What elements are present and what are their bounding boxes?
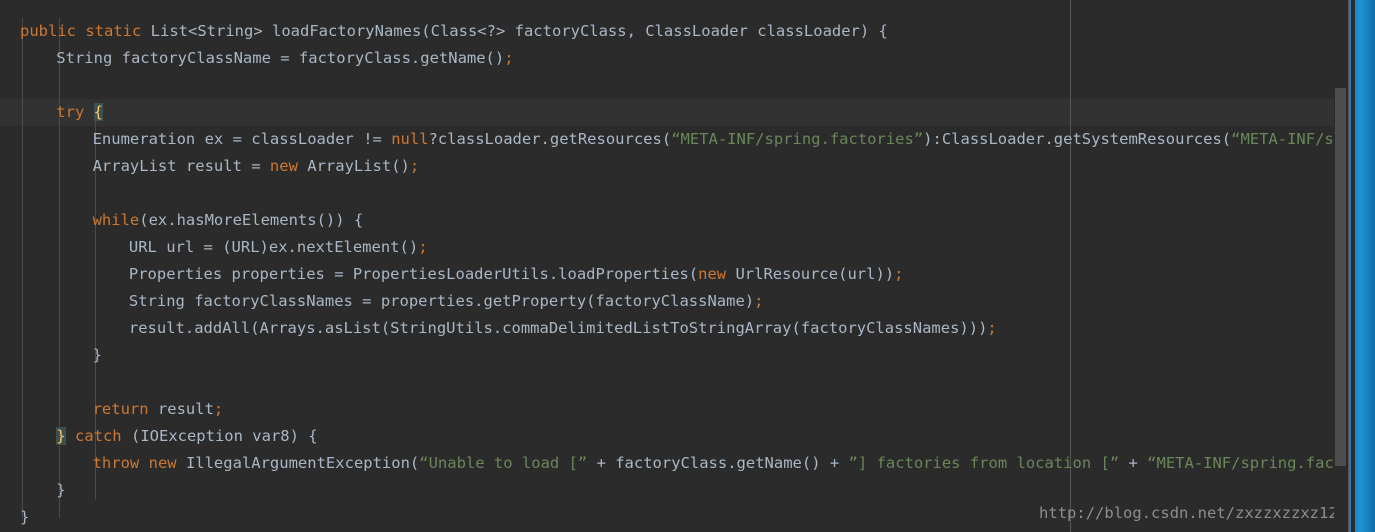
code-token: result.addAll(Arrays.asList(StringUtils.… — [128, 319, 988, 337]
code-token: ; — [418, 238, 428, 256]
code-token: ; — [894, 265, 904, 283]
string-token: “META-INF/spring.factories” — [671, 130, 924, 148]
code-line[interactable]: } catch (IOException var8) { — [56, 423, 318, 450]
keyword-token: public — [20, 22, 76, 40]
string-token: “Unable to load [” — [419, 454, 588, 472]
code-line[interactable]: Properties properties = PropertiesLoader… — [129, 261, 904, 288]
code-token: ):ClassLoader.getSystemResources( — [923, 130, 1232, 148]
code-line[interactable]: while(ex.hasMoreElements()) { — [93, 207, 364, 234]
code-token: result — [148, 400, 214, 418]
keyword-token: new — [148, 454, 177, 472]
string-token: “META-INF/spring.factories” — [1147, 454, 1347, 472]
code-token: ; — [504, 49, 514, 67]
keyword-token: return — [92, 400, 149, 418]
keyword-token: throw — [92, 454, 140, 472]
code-text-layer[interactable]: public static List<String> loadFactoryNa… — [0, 0, 1347, 532]
code-line[interactable]: } — [93, 342, 102, 369]
brace-token: } — [56, 481, 66, 499]
keyword-token: null — [391, 130, 429, 148]
keyword-token: new — [269, 157, 298, 175]
code-line[interactable]: String factoryClassNames = properties.ge… — [129, 288, 764, 315]
string-token: “META-INF/spring.fa — [1231, 130, 1347, 148]
code-token: ; — [409, 157, 420, 175]
brace-token: } — [56, 427, 66, 445]
code-token: Enumeration ex = classLoader != — [92, 130, 392, 148]
code-token: Properties properties = PropertiesLoader… — [128, 265, 699, 283]
code-token: URL url = (URL)ex.nextElement() — [128, 238, 419, 256]
code-token: ; — [754, 292, 764, 310]
code-token: ?classLoader.getResources( — [428, 130, 672, 148]
code-line[interactable]: throw new IllegalArgumentException(“Unab… — [93, 450, 1347, 477]
brace-token: } — [92, 346, 102, 364]
code-token: IllegalArgumentException( — [176, 454, 420, 472]
code-token: + — [1119, 454, 1148, 472]
code-line[interactable]: try { — [56, 99, 103, 126]
code-token: (IOException var8) { — [121, 427, 318, 445]
keyword-token: try — [56, 103, 85, 121]
code-line[interactable]: URL url = (URL)ex.nextElement(); — [129, 234, 428, 261]
accent-blue-band — [1355, 0, 1375, 532]
code-line[interactable]: ArrayList result = new ArrayList(); — [93, 153, 420, 180]
keyword-token: catch — [74, 427, 122, 445]
code-line[interactable]: String factoryClassName = factoryClass.g… — [56, 45, 513, 72]
code-token: List<String> loadFactoryNames(Class<?> f… — [141, 22, 888, 40]
brace-token: { — [93, 103, 103, 121]
code-token: String factoryClassNames = properties.ge… — [128, 292, 755, 310]
keyword-token: new — [698, 265, 727, 283]
code-token: ArrayList result = — [92, 157, 270, 175]
code-line[interactable]: } — [56, 477, 65, 504]
code-line[interactable]: return result; — [93, 396, 224, 423]
code-token: ArrayList() — [297, 157, 410, 175]
code-editor[interactable]: public static List<String> loadFactoryNa… — [0, 0, 1375, 532]
string-token: ”] factories from location [” — [848, 454, 1120, 472]
vertical-scrollbar-thumb[interactable] — [1335, 88, 1346, 466]
keyword-token: while — [92, 211, 140, 229]
code-token: (ex.hasMoreElements()) { — [139, 211, 364, 229]
keyword-token: static — [85, 22, 142, 40]
code-token: ; — [213, 400, 224, 418]
code-line[interactable]: public static List<String> loadFactoryNa… — [20, 18, 888, 45]
code-line[interactable]: Enumeration ex = classLoader != null?cla… — [93, 126, 1347, 153]
code-token: UrlResource(url)) — [726, 265, 895, 283]
watermark-url: http://blog.csdn.net/zxzzxzzxz123 — [1039, 504, 1347, 522]
code-token: + factoryClass.getName() + — [587, 454, 849, 472]
code-token: String factoryClassName = factoryClass.g… — [56, 49, 505, 67]
code-line[interactable]: } — [20, 504, 29, 531]
brace-token: } — [20, 508, 30, 526]
code-line[interactable]: result.addAll(Arrays.asList(StringUtils.… — [129, 315, 997, 342]
code-token: ; — [987, 319, 997, 337]
